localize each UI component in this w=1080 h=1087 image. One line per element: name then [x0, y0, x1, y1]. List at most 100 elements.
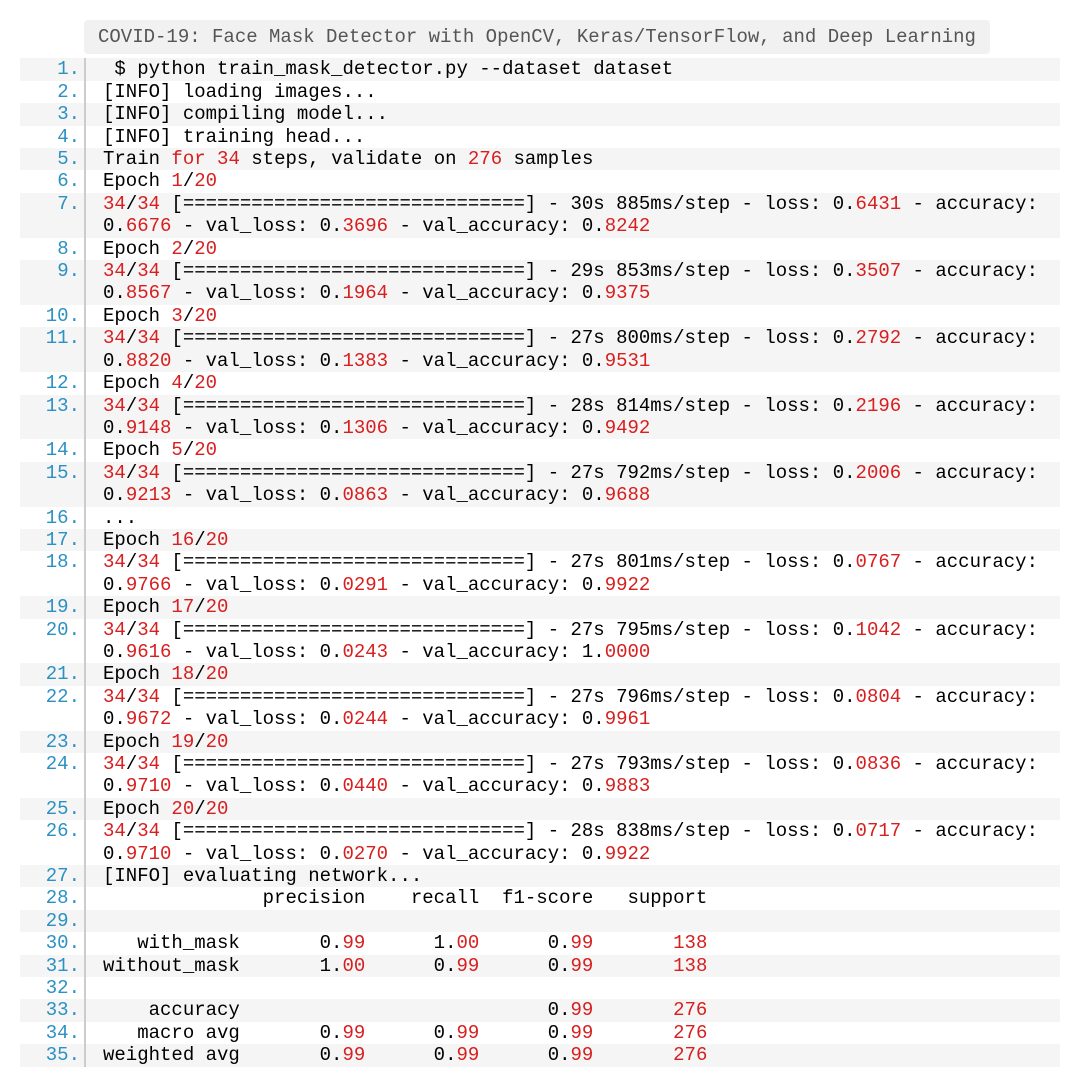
code-line: 26.34/34 [==============================… — [20, 820, 1060, 865]
token-number: 16 — [171, 529, 194, 551]
token-text: $ python train_mask_detector.py --datase… — [103, 58, 673, 80]
token-number: 34 — [137, 686, 160, 708]
token-number: 9961 — [605, 708, 651, 730]
code-line: 34. macro avg 0.99 0.99 0.99 276 — [20, 1022, 1060, 1044]
code-line: 35.weighted avg 0.99 0.99 0.99 276 — [20, 1044, 1060, 1066]
code-content: 34/34 [==============================] -… — [89, 462, 1060, 507]
line-number: 4. — [20, 126, 84, 148]
token-text: Epoch — [103, 529, 171, 551]
token-text: - val_accuracy: 0. — [388, 350, 605, 372]
gutter-separator — [84, 395, 86, 440]
token-text: [==============================] - 29s 8… — [160, 260, 856, 282]
line-number: 12. — [20, 372, 84, 394]
token-number: 34 — [103, 820, 126, 842]
token-number: 2 — [171, 238, 182, 260]
token-text: / — [183, 305, 194, 327]
token-number: 34 — [103, 462, 126, 484]
token-number: 9766 — [126, 574, 172, 596]
gutter-separator — [84, 932, 86, 954]
code-content: Epoch 16/20 — [89, 529, 1060, 551]
token-text: Epoch — [103, 305, 171, 327]
token-number: 9922 — [605, 574, 651, 596]
code-line: 29. — [20, 910, 1060, 932]
token-number: 9148 — [126, 417, 172, 439]
token-text: Epoch — [103, 238, 171, 260]
token-text: [==============================] - 28s 8… — [160, 820, 856, 842]
gutter-separator — [84, 977, 86, 999]
token-text: with_mask 0. — [103, 932, 342, 954]
code-content: Epoch 1/20 — [89, 170, 1060, 192]
gutter-separator — [84, 439, 86, 461]
token-text: 0. — [365, 1022, 456, 1044]
token-number: 34 — [103, 327, 126, 349]
gutter-separator — [84, 148, 86, 170]
gutter-separator — [84, 663, 86, 685]
gutter-separator — [84, 462, 86, 507]
token-text: - val_accuracy: 0. — [388, 708, 605, 730]
token-text: [==============================] - 28s 8… — [160, 395, 856, 417]
token-number: 99 — [570, 999, 593, 1021]
gutter-separator — [84, 372, 86, 394]
code-content: Epoch 5/20 — [89, 439, 1060, 461]
code-content: 34/34 [==============================] -… — [89, 260, 1060, 305]
token-number: 34 — [137, 260, 160, 282]
token-text: [INFO] training head... — [103, 126, 365, 148]
token-number: 1042 — [856, 619, 902, 641]
gutter-separator — [84, 238, 86, 260]
token-text: - val_loss: 0. — [171, 282, 342, 304]
token-number: 9616 — [126, 641, 172, 663]
gutter-separator — [84, 910, 86, 932]
code-content: [INFO] loading images... — [89, 81, 1060, 103]
token-number: 34 — [137, 462, 160, 484]
code-content: accuracy 0.99 276 — [89, 999, 1060, 1021]
token-number: 276 — [468, 148, 502, 170]
token-text: weighted avg 0. — [103, 1044, 342, 1066]
gutter-separator — [84, 619, 86, 664]
code-content — [89, 910, 1060, 932]
code-content: 34/34 [==============================] -… — [89, 327, 1060, 372]
code-content: 34/34 [==============================] -… — [89, 686, 1060, 731]
code-line: 18.34/34 [==============================… — [20, 551, 1060, 596]
token-text: / — [194, 596, 205, 618]
token-text: Epoch — [103, 170, 171, 192]
line-number: 19. — [20, 596, 84, 618]
token-text: accuracy 0. — [103, 999, 570, 1021]
token-number: 0270 — [342, 843, 388, 865]
code-line: 14.Epoch 5/20 — [20, 439, 1060, 461]
code-line: 15.34/34 [==============================… — [20, 462, 1060, 507]
code-line: 3.[INFO] compiling model... — [20, 103, 1060, 125]
token-number: 99 — [342, 932, 365, 954]
line-number: 26. — [20, 820, 84, 865]
token-text: - val_loss: 0. — [171, 417, 342, 439]
line-number: 33. — [20, 999, 84, 1021]
token-text — [593, 955, 673, 977]
token-text: / — [183, 439, 194, 461]
token-number: 34 — [137, 753, 160, 775]
token-text: samples — [502, 148, 593, 170]
line-number: 21. — [20, 663, 84, 685]
token-text: 0. — [365, 955, 456, 977]
token-number: 00 — [342, 955, 365, 977]
token-number: 34 — [103, 686, 126, 708]
code-line: 28. precision recall f1-score support — [20, 887, 1060, 909]
code-content: 34/34 [==============================] -… — [89, 551, 1060, 596]
gutter-separator — [84, 81, 86, 103]
code-line: 32. — [20, 977, 1060, 999]
line-number: 14. — [20, 439, 84, 461]
line-number: 17. — [20, 529, 84, 551]
token-text: [==============================] - 27s 7… — [160, 686, 856, 708]
token-number: 34 — [103, 619, 126, 641]
token-number: 0804 — [856, 686, 902, 708]
code-content: 34/34 [==============================] -… — [89, 619, 1060, 664]
code-content: Epoch 17/20 — [89, 596, 1060, 618]
token-text: without_mask 1. — [103, 955, 342, 977]
gutter-separator — [84, 1022, 86, 1044]
gutter-separator — [84, 753, 86, 798]
token-text: - val_accuracy: 0. — [388, 417, 605, 439]
code-line: 30. with_mask 0.99 1.00 0.99 138 — [20, 932, 1060, 954]
token-number: 34 — [137, 619, 160, 641]
code-line: 8.Epoch 2/20 — [20, 238, 1060, 260]
code-content: 34/34 [==============================] -… — [89, 395, 1060, 440]
token-text: 0. — [479, 1022, 570, 1044]
token-text: / — [183, 372, 194, 394]
